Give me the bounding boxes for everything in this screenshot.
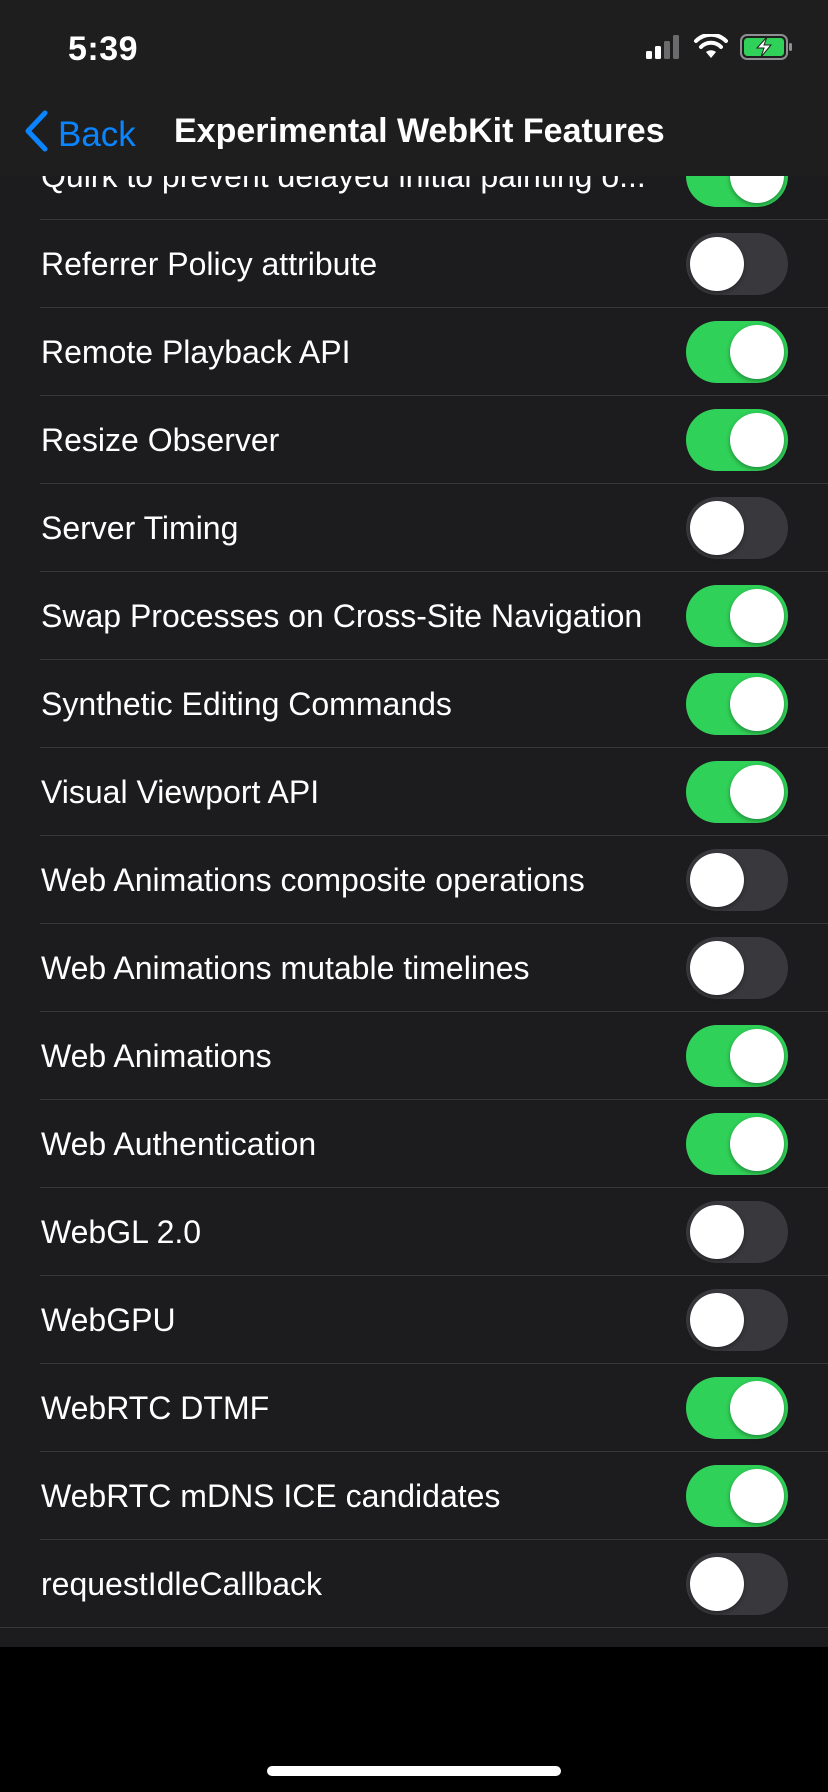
- setting-label: Remote Playback API: [41, 334, 351, 370]
- toggle-knob: [730, 413, 784, 467]
- setting-label: Synthetic Editing Commands: [41, 686, 452, 722]
- setting-toggle[interactable]: [686, 1113, 788, 1175]
- toggle-knob: [730, 1381, 784, 1435]
- toggle-knob: [690, 941, 744, 995]
- navigation-bar: Back Experimental WebKit Features: [0, 96, 828, 177]
- setting-toggle[interactable]: [686, 1377, 788, 1439]
- setting-label: Referrer Policy attribute: [41, 246, 378, 282]
- settings-list-content: Quirk to prevent delayed initial paintin…: [0, 176, 828, 1628]
- toggle-knob: [730, 1469, 784, 1523]
- setting-label: Web Authentication: [41, 1126, 317, 1162]
- setting-row: Quirk to prevent delayed initial paintin…: [0, 176, 828, 220]
- toggle-knob: [730, 677, 784, 731]
- page-title: Experimental WebKit Features: [174, 112, 665, 150]
- setting-toggle[interactable]: [686, 937, 788, 999]
- battery-charging-icon: [740, 33, 794, 65]
- home-indicator[interactable]: [267, 1766, 561, 1776]
- setting-toggle[interactable]: [686, 1289, 788, 1351]
- setting-row: Resize Observer: [0, 396, 828, 484]
- setting-toggle[interactable]: [686, 849, 788, 911]
- setting-toggle[interactable]: [686, 673, 788, 735]
- back-button[interactable]: Back: [24, 108, 136, 162]
- setting-row: Swap Processes on Cross-Site Navigation: [0, 572, 828, 660]
- toggle-knob: [690, 501, 744, 555]
- setting-label: Swap Processes on Cross-Site Navigation: [41, 598, 643, 634]
- toggle-knob: [690, 853, 744, 907]
- setting-label: Web Animations composite operations: [41, 862, 585, 898]
- setting-row: Visual Viewport API: [0, 748, 828, 836]
- setting-label: WebRTC mDNS ICE candidates: [41, 1478, 501, 1514]
- chevron-left-icon: [24, 110, 58, 161]
- setting-toggle[interactable]: [686, 233, 788, 295]
- setting-toggle[interactable]: [686, 761, 788, 823]
- setting-label: Server Timing: [41, 510, 239, 546]
- status-time: 5:39: [68, 30, 139, 68]
- setting-row: Web Animations: [0, 1012, 828, 1100]
- setting-toggle[interactable]: [686, 321, 788, 383]
- setting-label: WebGPU: [41, 1302, 176, 1338]
- setting-label: WebRTC DTMF: [41, 1390, 270, 1426]
- setting-toggle[interactable]: [686, 1465, 788, 1527]
- setting-row: Remote Playback API: [0, 308, 828, 396]
- setting-toggle[interactable]: [686, 585, 788, 647]
- row-separator: [0, 1627, 828, 1628]
- setting-row: Synthetic Editing Commands: [0, 660, 828, 748]
- setting-row: Web Animations composite operations: [0, 836, 828, 924]
- toggle-knob: [690, 1557, 744, 1611]
- setting-label: WebGL 2.0: [41, 1214, 202, 1250]
- toggle-knob: [730, 1117, 784, 1171]
- toggle-knob: [730, 176, 784, 203]
- setting-row: WebRTC DTMF: [0, 1364, 828, 1452]
- setting-label: requestIdleCallback: [41, 1566, 323, 1602]
- toggle-knob: [730, 1029, 784, 1083]
- setting-label: Resize Observer: [41, 422, 280, 458]
- setting-row: Server Timing: [0, 484, 828, 572]
- toggle-knob: [690, 1293, 744, 1347]
- status-bar: 5:39: [0, 0, 828, 96]
- setting-row: WebGL 2.0: [0, 1188, 828, 1276]
- setting-label: Web Animations: [41, 1038, 272, 1074]
- wifi-icon: [694, 32, 728, 65]
- setting-row: WebGPU: [0, 1276, 828, 1364]
- setting-label: Visual Viewport API: [41, 774, 320, 810]
- back-label: Back: [58, 115, 136, 154]
- setting-row: Web Authentication: [0, 1100, 828, 1188]
- settings-list[interactable]: Quirk to prevent delayed initial paintin…: [0, 176, 828, 1647]
- setting-label: Quirk to prevent delayed initial paintin…: [41, 176, 646, 194]
- setting-row: Referrer Policy attribute: [0, 220, 828, 308]
- setting-toggle[interactable]: [686, 1201, 788, 1263]
- setting-label: Web Animations mutable timelines: [41, 950, 530, 986]
- setting-toggle[interactable]: [686, 1553, 788, 1615]
- setting-row: requestIdleCallback: [0, 1540, 828, 1628]
- setting-toggle[interactable]: [686, 1025, 788, 1087]
- setting-toggle[interactable]: [686, 497, 788, 559]
- toggle-knob: [690, 1205, 744, 1259]
- toggle-knob: [690, 237, 744, 291]
- setting-row: Web Animations mutable timelines: [0, 924, 828, 1012]
- setting-toggle[interactable]: [686, 176, 788, 207]
- setting-row: WebRTC mDNS ICE candidates: [0, 1452, 828, 1540]
- toggle-knob: [730, 765, 784, 819]
- toggle-knob: [730, 325, 784, 379]
- cellular-signal-icon: [646, 34, 682, 64]
- toggle-knob: [730, 589, 784, 643]
- status-icons: [646, 32, 794, 65]
- setting-toggle[interactable]: [686, 409, 788, 471]
